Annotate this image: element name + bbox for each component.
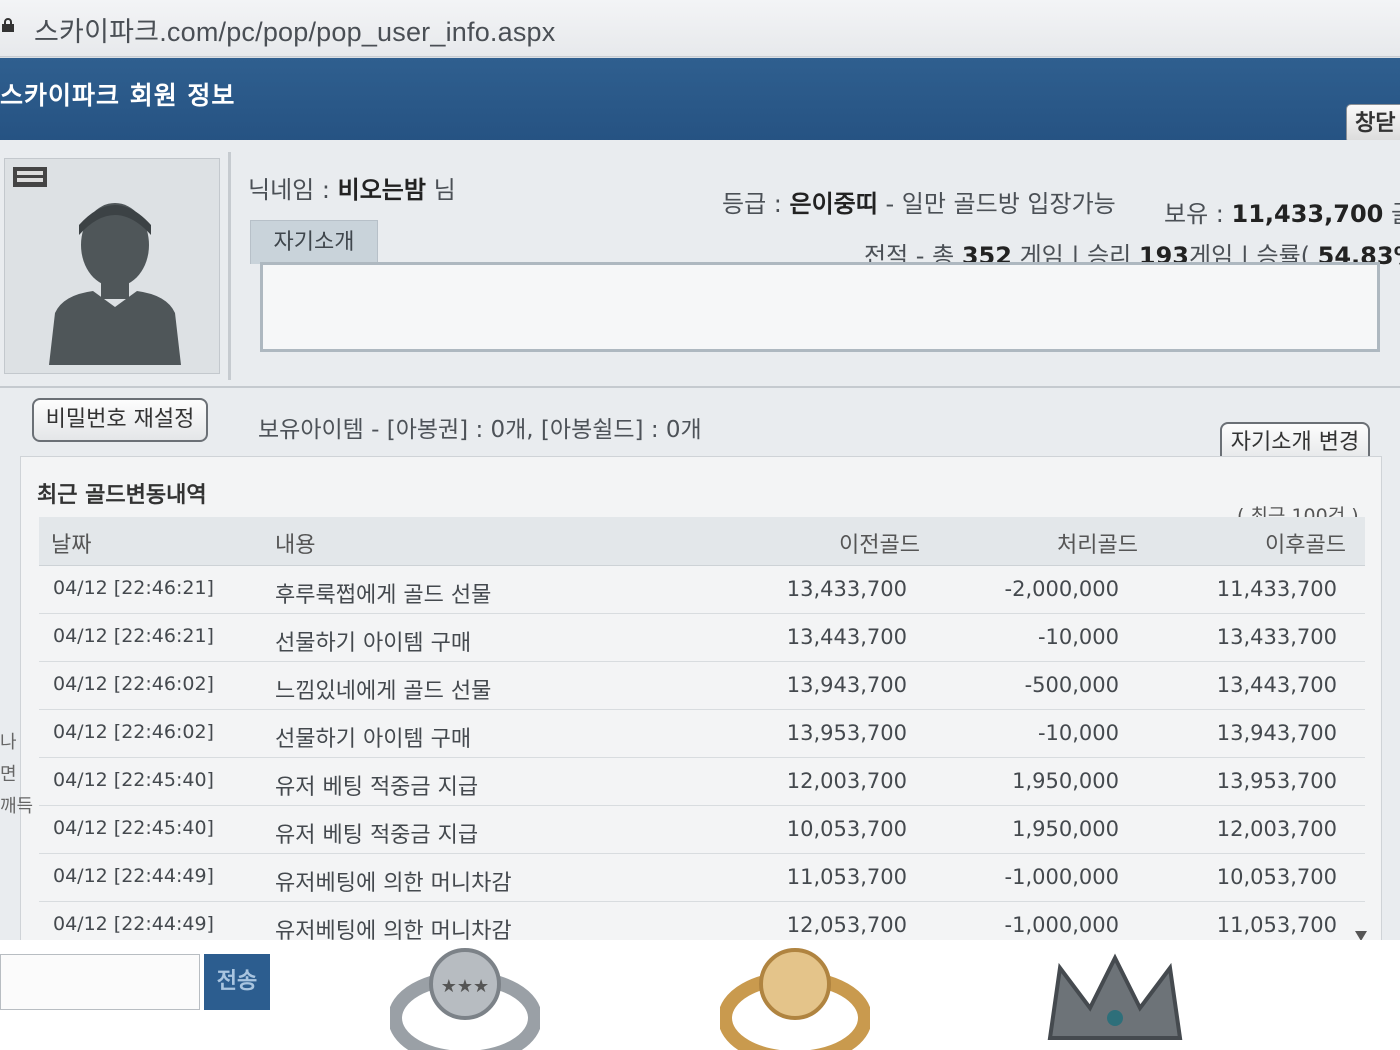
url-text[interactable]: 스카이파크.com/pc/pop/pop_user_info.aspx: [34, 10, 555, 49]
grade-note: - 일만 골드방 입장가능: [885, 190, 1116, 218]
row-date: 04/12 [22:46:21]: [53, 625, 214, 647]
owned-items-text: 보유아이템 - [아봉권] : 0개, [아봉쉴드] : 0개: [258, 417, 702, 443]
row-description: 후루룩쩝에게 골드 선물: [275, 583, 492, 608]
avatar: [4, 158, 220, 374]
crown-icon: [1047, 953, 1183, 1040]
user-info-popup: 닉네임 : 비오는밤 님 등급 : 은이중띠 - 일만 골드방 입장가능 보유 …: [0, 140, 1400, 970]
nickname-suffix: 님: [433, 176, 456, 204]
row-description: 유저 베팅 적중금 지급: [275, 775, 479, 800]
row-processed-gold: -1,000,000: [1004, 865, 1119, 889]
grade-line: 등급 : 은이중띠 - 일만 골드방 입장가능: [722, 184, 1116, 219]
row-prev-gold: 13,953,700: [786, 721, 907, 745]
row-after-gold: 13,433,700: [1216, 625, 1337, 649]
row-date: 04/12 [22:44:49]: [53, 913, 214, 935]
row-date: 04/12 [22:46:02]: [53, 721, 214, 743]
gold-history-panel: 최근 골드변동내역 ( 최근 100건 ) 날짜 내용 이전골드 처리골드 이후…: [20, 456, 1382, 960]
row-processed-gold: -500,000: [1024, 673, 1119, 697]
chat-input[interactable]: [0, 954, 200, 1010]
svg-text:★★★: ★★★: [441, 976, 489, 997]
silver-ring-icon: ★★★: [390, 948, 540, 1050]
window-title: 스카이파크 회원 정보: [0, 81, 236, 110]
row-processed-gold: -10,000: [1037, 721, 1119, 745]
table-header: 날짜 내용 이전골드 처리골드 이후골드: [39, 517, 1365, 566]
row-after-gold: 11,433,700: [1216, 577, 1337, 601]
row-description: 유저 베팅 적중금 지급: [275, 823, 479, 848]
row-date: 04/12 [22:45:40]: [53, 769, 214, 791]
row-after-gold: 10,053,700: [1216, 865, 1337, 889]
row-prev-gold: 12,003,700: [786, 769, 907, 793]
table-row: 04/12 [22:44:49] 유저베팅에 의한 머니차감 11,053,70…: [39, 853, 1365, 902]
row-date: 04/12 [22:45:40]: [53, 817, 214, 839]
column-processed-gold: 처리골드: [1057, 533, 1138, 558]
column-prev-gold: 이전골드: [839, 533, 920, 558]
user-silhouette-icon: [49, 203, 181, 365]
reset-password-button[interactable]: 비밀번호 재설정: [32, 398, 208, 442]
row-processed-gold: -10,000: [1037, 625, 1119, 649]
row-after-gold: 13,443,700: [1216, 673, 1337, 697]
side-text: 깨득: [0, 796, 34, 817]
row-description: 유저베팅에 의한 머니차감: [275, 871, 512, 896]
row-description: 선물하기 아이템 구매: [275, 631, 472, 656]
horizontal-divider: [0, 386, 1400, 388]
gold-unit: 골드: [1391, 200, 1400, 228]
row-prev-gold: 13,443,700: [786, 625, 907, 649]
tab-self-intro[interactable]: 자기소개: [250, 220, 378, 264]
row-after-gold: 11,053,700: [1216, 913, 1337, 937]
lock-icon: [2, 18, 14, 32]
row-after-gold: 13,953,700: [1216, 769, 1337, 793]
table-row: 04/12 [22:46:02] 느낌있네에게 골드 선물 13,943,700…: [39, 661, 1365, 710]
table-row: 04/12 [22:45:40] 유저 베팅 적중금 지급 12,003,700…: [39, 757, 1365, 806]
column-after-gold: 이후골드: [1265, 533, 1346, 558]
row-processed-gold: -1,000,000: [1004, 913, 1119, 937]
row-processed-gold: 1,950,000: [1012, 769, 1119, 793]
nickname-line: 닉네임 : 비오는밤 님: [248, 170, 456, 205]
gold-ring-icon: [720, 948, 870, 1050]
flag-icon: [13, 167, 47, 187]
history-title: 최근 골드변동내역: [37, 483, 207, 508]
row-description: 선물하기 아이템 구매: [275, 727, 472, 752]
gold-value: 11,433,700: [1231, 200, 1384, 228]
row-after-gold: 12,003,700: [1216, 817, 1337, 841]
row-prev-gold: 11,053,700: [786, 865, 907, 889]
side-text: 나: [0, 732, 17, 753]
vertical-divider: [228, 152, 231, 380]
row-prev-gold: 12,053,700: [786, 913, 907, 937]
row-date: 04/12 [22:46:02]: [53, 673, 214, 695]
close-window-button[interactable]: 창닫: [1346, 104, 1400, 144]
column-date: 날짜: [51, 533, 92, 558]
row-date: 04/12 [22:44:49]: [53, 865, 214, 887]
grade-label: 등급 :: [722, 190, 782, 218]
table-row: 04/12 [22:46:02] 선물하기 아이템 구매 13,953,700 …: [39, 709, 1365, 758]
row-description: 느낌있네에게 골드 선물: [275, 679, 492, 704]
table-row: 04/12 [22:46:21] 후루룩쩝에게 골드 선물 13,433,700…: [39, 565, 1365, 614]
row-processed-gold: 1,950,000: [1012, 817, 1119, 841]
nickname-value: 비오는밤: [337, 176, 426, 204]
nickname-label: 닉네임 :: [248, 176, 330, 204]
row-after-gold: 13,943,700: [1216, 721, 1337, 745]
gold-line: 보유 : 11,433,700 골드: [1164, 194, 1400, 229]
table-row: 04/12 [22:45:40] 유저 베팅 적중금 지급 10,053,700…: [39, 805, 1365, 854]
row-prev-gold: 13,433,700: [786, 577, 907, 601]
browser-url-bar[interactable]: 스카이파크.com/pc/pop/pop_user_info.aspx: [0, 0, 1400, 57]
column-description: 내용: [275, 533, 316, 558]
send-button[interactable]: 전송: [204, 954, 270, 1010]
side-text: 면: [0, 764, 17, 785]
gold-label: 보유 :: [1164, 200, 1224, 228]
table-row: 04/12 [22:46:21] 선물하기 아이템 구매 13,443,700 …: [39, 613, 1365, 662]
row-processed-gold: -2,000,000: [1004, 577, 1119, 601]
grade-value: 은이중띠: [789, 190, 878, 218]
row-prev-gold: 13,943,700: [786, 673, 907, 697]
row-date: 04/12 [22:46:21]: [53, 577, 214, 599]
self-intro-box: [260, 262, 1380, 352]
row-prev-gold: 10,053,700: [786, 817, 907, 841]
